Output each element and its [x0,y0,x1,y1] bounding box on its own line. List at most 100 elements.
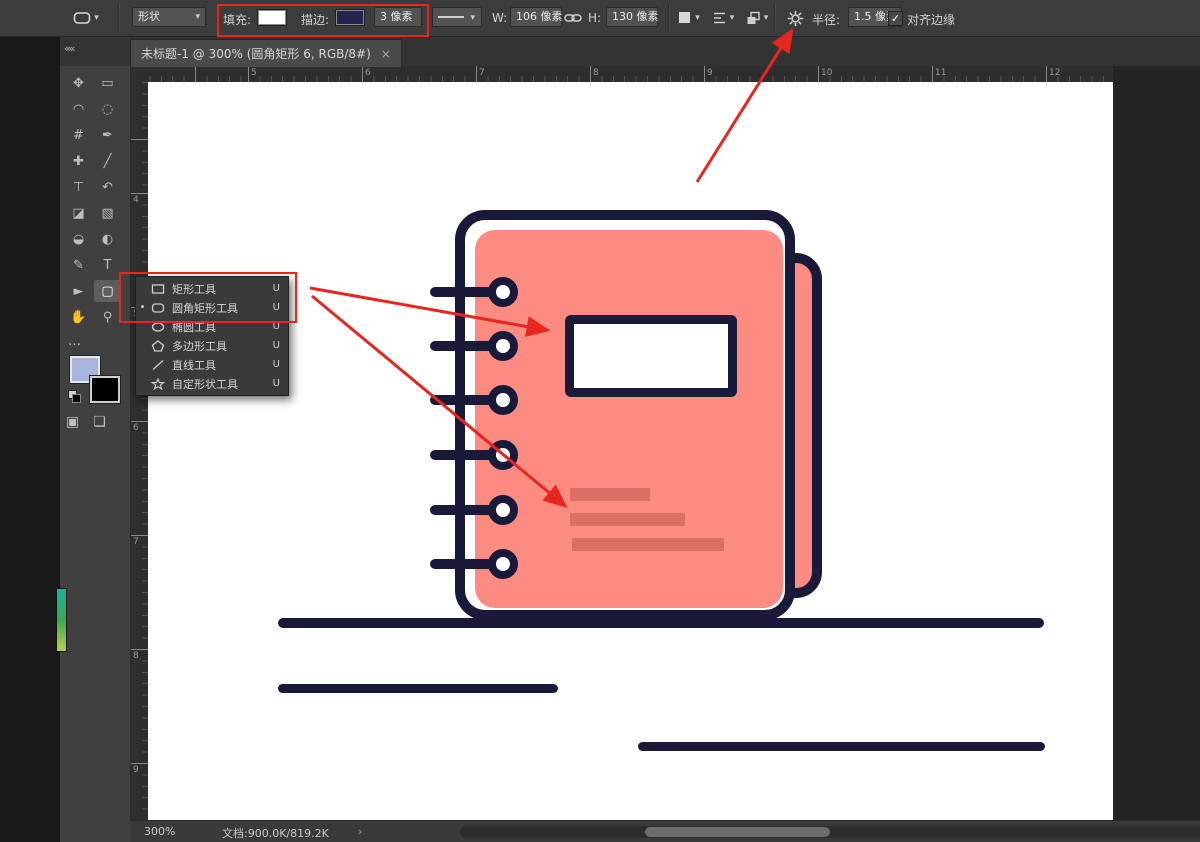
canvas[interactable] [148,82,1113,820]
spiral-ring [430,549,522,579]
blur-tool[interactable]: ◒ [65,228,92,250]
zoom-level[interactable]: 300% [144,825,175,838]
menu-item-shortcut: U [273,359,280,370]
ruler-number: 6 [133,423,139,433]
fill-label: 填充: [223,11,251,28]
shape-width-field[interactable]: 106 像素 [510,7,562,27]
status-bar: 300% 文档:900.0K/819.2K › [130,820,1200,842]
ruler-number: 7 [479,68,485,78]
spiral-ring [430,331,522,361]
quick-mask-icon[interactable]: ▣ [66,414,79,430]
path-operations-icon[interactable]: ▾ [676,6,702,30]
ruler-number: 8 [133,651,139,661]
status-chevron-icon[interactable]: › [358,825,362,838]
notebook-label [565,315,737,397]
width-label: W: [492,11,507,25]
chevron-down-icon: ▾ [730,13,735,23]
menu-item-custom-shape-tool[interactable]: 自定形状工具 U [136,374,288,393]
rounded-rectangle-tool[interactable]: ▢ [94,280,121,302]
edit-toolbar-icon[interactable]: … [68,334,81,349]
window-left-strip [0,0,60,842]
stroke-width-field[interactable]: 3 像素 [374,7,422,27]
close-icon[interactable]: × [381,41,391,67]
rectangular-marquee-tool[interactable]: ▭ [94,72,121,94]
zoom-tool[interactable]: ⚲ [94,306,121,328]
document-tab-title: 未标题-1 @ 300% (圆角矩形 6, RGB/8#) [141,41,371,67]
menu-item-shortcut: U [273,340,280,351]
mini-background-swatch [72,394,81,403]
spiral-ring [430,277,522,307]
menu-item-label: 矩形工具 [172,281,268,297]
toolbar-bottom-icons: ▣ ❏ [66,414,124,430]
chevron-down-icon: ▾ [764,13,769,23]
document-tab[interactable]: 未标题-1 @ 300% (圆角矩形 6, RGB/8#) × [130,39,402,67]
shape-height-field[interactable]: 130 像素 [606,7,658,27]
ellipse-icon [151,321,167,333]
stroke-type-select[interactable]: ▾ [432,7,482,27]
move-tool[interactable]: ✥ [65,72,92,94]
collapse-panels-icon[interactable]: «« [64,42,73,55]
link-dimensions-icon[interactable] [562,6,584,30]
path-arrangement-icon[interactable]: ▾ [744,6,770,30]
align-edges-label: 对齐边缘 [907,11,955,28]
menu-item-line-tool[interactable]: 直线工具 U [136,355,288,374]
stroke-width-value: 3 像素 [380,10,413,23]
default-colors-icon[interactable] [68,390,80,402]
shape-height-value: 130 像素 [612,10,659,23]
gear-icon[interactable] [782,6,808,30]
pen-tool[interactable]: ✎ [65,254,92,276]
eyedropper-tool[interactable]: ✒ [94,124,121,146]
eraser-tool[interactable]: ◪ [65,202,92,224]
path-alignment-icon[interactable]: ▾ [710,6,736,30]
quick-selection-tool[interactable]: ◌ [94,98,121,120]
type-tool[interactable]: T [94,254,121,276]
fill-color-swatch[interactable] [257,9,287,26]
ruler-number: 11 [935,68,946,78]
menu-item-ellipse-tool[interactable]: 椭圆工具 U [136,317,288,336]
spiral-ring [430,495,522,525]
horizontal-scrollbar-track[interactable] [460,826,1200,838]
gradient-tool[interactable]: ▧ [94,202,121,224]
height-label: H: [588,11,601,25]
custom-shape-icon [151,378,167,390]
ruler-number: 7 [133,537,139,547]
screen-mode-icon[interactable]: ❏ [93,414,106,430]
color-swatch-widget [68,354,122,406]
menu-item-shortcut: U [273,302,280,313]
current-tool-bullet: • [139,302,146,313]
rectangle-icon [151,283,167,295]
hand-tool[interactable]: ✋ [65,306,92,328]
background-color-swatch[interactable] [90,376,120,403]
document-size-info: 文档:900.0K/819.2K [222,825,329,841]
crop-tool[interactable]: # [65,124,92,146]
ruler-horizontal: 5 6 7 8 9 10 11 12 [148,66,1113,83]
dodge-tool[interactable]: ◐ [94,228,121,250]
notebook-text-line-1 [570,488,650,501]
chevron-down-icon: ▾ [195,8,200,26]
clone-stamp-tool[interactable]: ⊤ [65,176,92,198]
tool-mode-value: 形状 [138,10,160,23]
divider [668,5,669,31]
tool-mode-select[interactable]: 形状 ▾ [132,7,206,27]
menu-item-label: 自定形状工具 [172,376,268,392]
menu-item-rectangle-tool[interactable]: 矩形工具 U [136,279,288,298]
lasso-tool[interactable]: ◠ [65,98,92,120]
stroke-color-swatch[interactable] [335,9,365,26]
spot-healing-brush-tool[interactable]: ✚ [65,150,92,172]
menu-item-shortcut: U [273,378,280,389]
tool-preset-picker[interactable]: ▾ [66,6,106,30]
history-brush-tool[interactable]: ↶ [94,176,121,198]
menu-item-label: 多边形工具 [172,338,268,354]
ground-line-1 [278,618,1044,628]
menu-item-rounded-rectangle-tool[interactable]: • 圆角矩形工具 U [136,298,288,317]
ruler-number: 10 [821,68,832,78]
align-edges-checkbox[interactable]: ✓ [888,11,903,26]
path-selection-tool[interactable]: ► [65,280,92,302]
ruler-corner [130,66,149,83]
menu-item-polygon-tool[interactable]: 多边形工具 U [136,336,288,355]
brush-tool[interactable]: ╱ [94,150,121,172]
horizontal-scrollbar-thumb[interactable] [645,827,830,837]
ground-line-2 [278,684,558,693]
stroke-style-line-icon [438,16,464,18]
menu-item-shortcut: U [273,283,280,294]
